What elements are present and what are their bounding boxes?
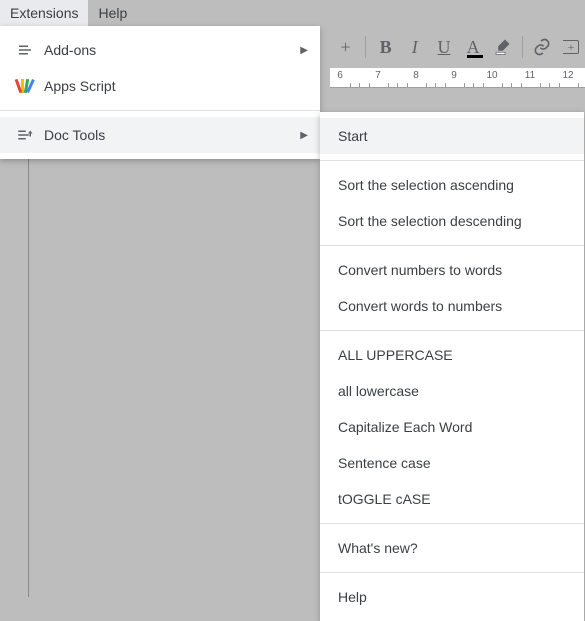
menuitem-label: Doc Tools xyxy=(44,127,300,143)
submenu-item-label: Sort the selection ascending xyxy=(338,177,514,193)
apps-script-icon xyxy=(12,76,38,96)
submenu-item[interactable]: Start xyxy=(320,118,584,154)
submenu-item-label: Start xyxy=(338,128,368,144)
submenu-arrow-icon: ▶ xyxy=(300,45,308,56)
ruler-number: 7 xyxy=(375,70,381,81)
submenu-separator xyxy=(320,330,584,331)
submenu-separator xyxy=(320,160,584,161)
submenu-item-label: Capitalize Each Word xyxy=(338,419,472,435)
menuitem-label: Apps Script xyxy=(44,78,308,94)
submenu-item-label: Convert words to numbers xyxy=(338,298,502,314)
submenu-item-label: What's new? xyxy=(338,540,418,556)
submenu-item[interactable]: What's new? xyxy=(320,530,584,566)
submenu-item[interactable]: Convert numbers to words xyxy=(320,252,584,288)
insert-plus-button[interactable]: + xyxy=(332,32,359,62)
menubar: Extensions Help xyxy=(0,0,585,26)
ruler-number: 9 xyxy=(451,70,457,81)
submenu-item[interactable]: Convert words to numbers xyxy=(320,288,584,324)
doc-tools-icon xyxy=(12,125,38,145)
submenu-item[interactable]: Help xyxy=(320,579,584,615)
submenu-item-label: all lowercase xyxy=(338,383,419,399)
extensions-dropdown: Add-ons ▶ Apps Script Doc Tools ▶ xyxy=(0,26,320,159)
submenu-item[interactable]: Sort the selection ascending xyxy=(320,167,584,203)
submenu-item[interactable]: Sentence case xyxy=(320,445,584,481)
link-icon xyxy=(532,37,552,57)
submenu-item[interactable]: ALL UPPERCASE xyxy=(320,337,584,373)
submenu-item-label: Sentence case xyxy=(338,455,431,471)
dropdown-separator xyxy=(0,110,320,111)
ruler[interactable]: 6 7 8 9 10 11 12 xyxy=(330,68,585,88)
submenu-item-label: tOGGLE cASE xyxy=(338,491,431,507)
menuitem-label: Add-ons xyxy=(44,42,300,58)
submenu-arrow-icon: ▶ xyxy=(300,130,308,141)
submenu-separator xyxy=(320,523,584,524)
toolbar-separator xyxy=(365,36,366,58)
submenu-separator xyxy=(320,572,584,573)
submenu-item-label: Sort the selection descending xyxy=(338,213,522,229)
highlight-color-button[interactable] xyxy=(489,32,516,62)
addons-icon xyxy=(12,40,38,60)
highlighter-icon xyxy=(493,38,511,56)
menuitem-doc-tools[interactable]: Doc Tools ▶ xyxy=(0,117,320,153)
ruler-number: 11 xyxy=(525,70,535,81)
bold-button[interactable]: B xyxy=(372,32,399,62)
italic-button[interactable]: I xyxy=(401,32,428,62)
submenu-separator xyxy=(320,245,584,246)
ruler-number: 12 xyxy=(562,70,573,81)
add-comment-button[interactable]: + xyxy=(558,32,585,62)
text-color-button[interactable]: A xyxy=(460,32,487,62)
ruler-number: 8 xyxy=(413,70,419,81)
doc-tools-submenu: Start Sort the selection ascending Sort th… xyxy=(320,112,584,621)
submenu-item[interactable]: tOGGLE cASE xyxy=(320,481,584,517)
insert-link-button[interactable] xyxy=(529,32,556,62)
menu-extensions[interactable]: Extensions xyxy=(0,0,88,26)
ruler-number: 6 xyxy=(337,70,343,81)
menuitem-addons[interactable]: Add-ons ▶ xyxy=(0,32,320,68)
submenu-item[interactable]: all lowercase xyxy=(320,373,584,409)
comment-plus-icon: + xyxy=(563,40,579,54)
ruler-number: 10 xyxy=(486,70,497,81)
submenu-item-label: Convert numbers to words xyxy=(338,262,502,278)
submenu-item[interactable]: Sort the selection descending xyxy=(320,203,584,239)
submenu-item[interactable]: Capitalize Each Word xyxy=(320,409,584,445)
menu-help[interactable]: Help xyxy=(88,0,137,26)
underline-button[interactable]: U xyxy=(430,32,457,62)
submenu-item-label: Help xyxy=(338,589,367,605)
toolbar-separator xyxy=(522,36,523,58)
submenu-item-label: ALL UPPERCASE xyxy=(338,347,453,363)
menuitem-apps-script[interactable]: Apps Script xyxy=(0,68,320,104)
